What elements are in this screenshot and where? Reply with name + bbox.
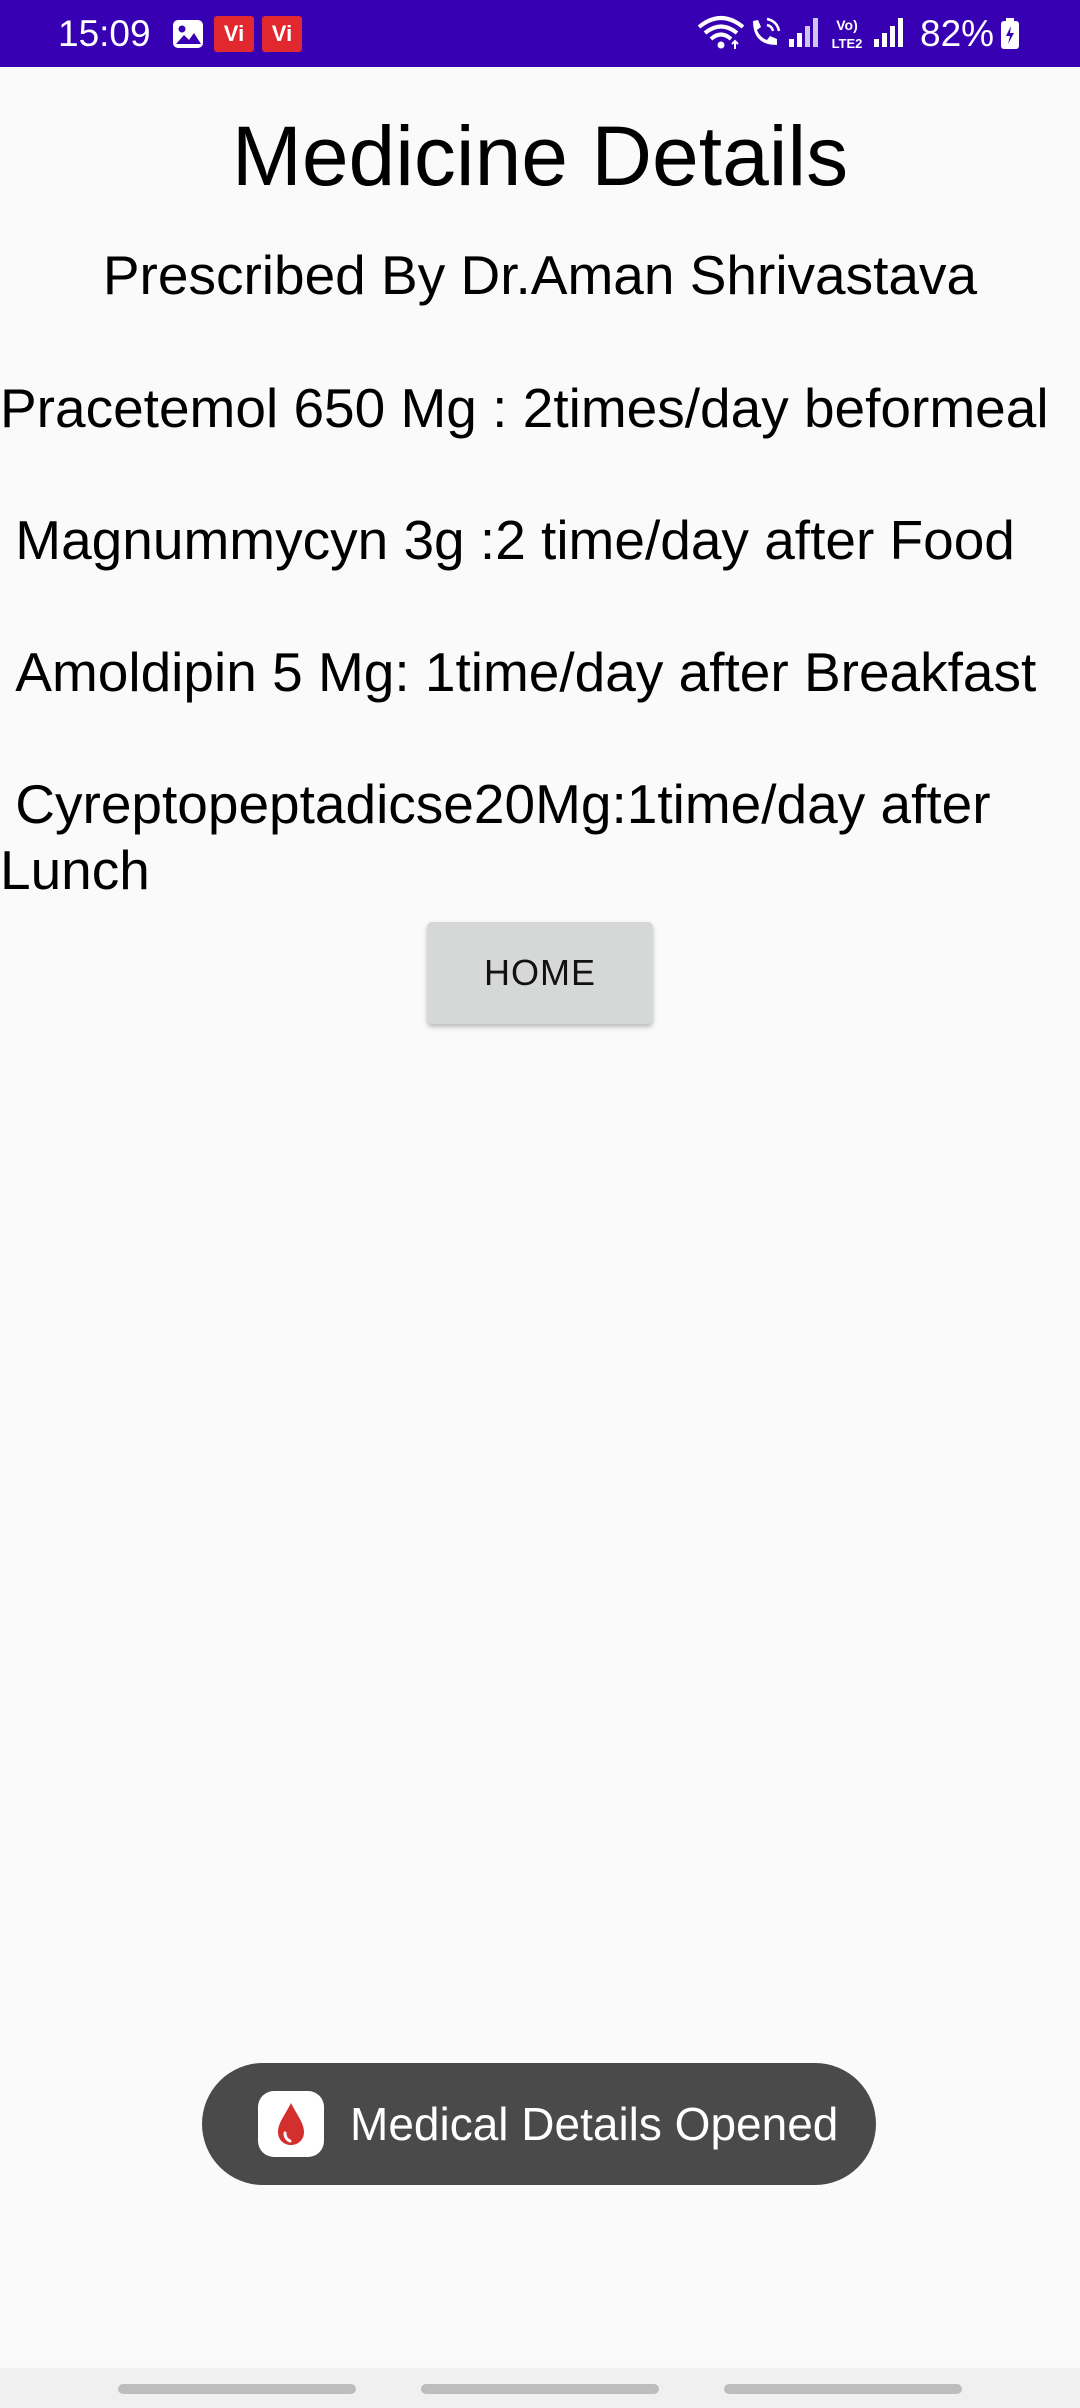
signal-icon — [874, 18, 903, 47]
wifi-icon — [697, 16, 745, 49]
medicine-item: Magnummycyn 3g :2 time/day after Food — [0, 509, 1015, 571]
status-time: 15:09 — [58, 13, 151, 54]
toast-text: Medical Details Opened — [350, 2098, 839, 2150]
gallery-icon — [173, 20, 203, 48]
carrier-badge: Vi — [214, 16, 254, 52]
medicine-item: Pracetemol 650 Mg : 2times/day beformeal — [0, 377, 1049, 439]
page-title: Medicine Details — [231, 109, 849, 203]
svg-text:Vo): Vo) — [836, 17, 858, 33]
recents-button[interactable] — [118, 2384, 356, 2394]
toast-message: Medical Details Opened — [202, 2063, 876, 2185]
svg-text:LTE2: LTE2 — [832, 36, 863, 51]
medicine-item: Amoldipin 5 Mg: 1time/day after Breakfas… — [0, 641, 1037, 703]
back-button[interactable] — [724, 2384, 962, 2394]
medicine-item: Cyreptopeptadicse20Mg:1time/day after Lu… — [0, 773, 1006, 901]
home-nav-button[interactable] — [421, 2384, 659, 2394]
screen: 15:09 Vi Vi Vo) LTE2 82% Medicine Detail… — [0, 0, 1080, 2408]
blood-drop-icon — [278, 2103, 304, 2145]
app-icon — [258, 2091, 324, 2157]
navigation-bar — [0, 2368, 1080, 2408]
prescribed-by-text: Prescribed By Dr.Aman Shrivastava — [102, 244, 978, 306]
status-bar: 15:09 Vi Vi Vo) LTE2 82% — [0, 0, 1080, 67]
battery-percentage: 82% — [920, 13, 995, 54]
battery-charging-icon — [1001, 18, 1019, 49]
signal-icon — [789, 18, 818, 47]
carrier-badge: Vi — [262, 16, 302, 52]
volte-lte2-icon: Vo) LTE2 — [832, 17, 863, 51]
home-button[interactable]: HOME — [427, 922, 653, 1024]
call-icon — [753, 17, 781, 45]
